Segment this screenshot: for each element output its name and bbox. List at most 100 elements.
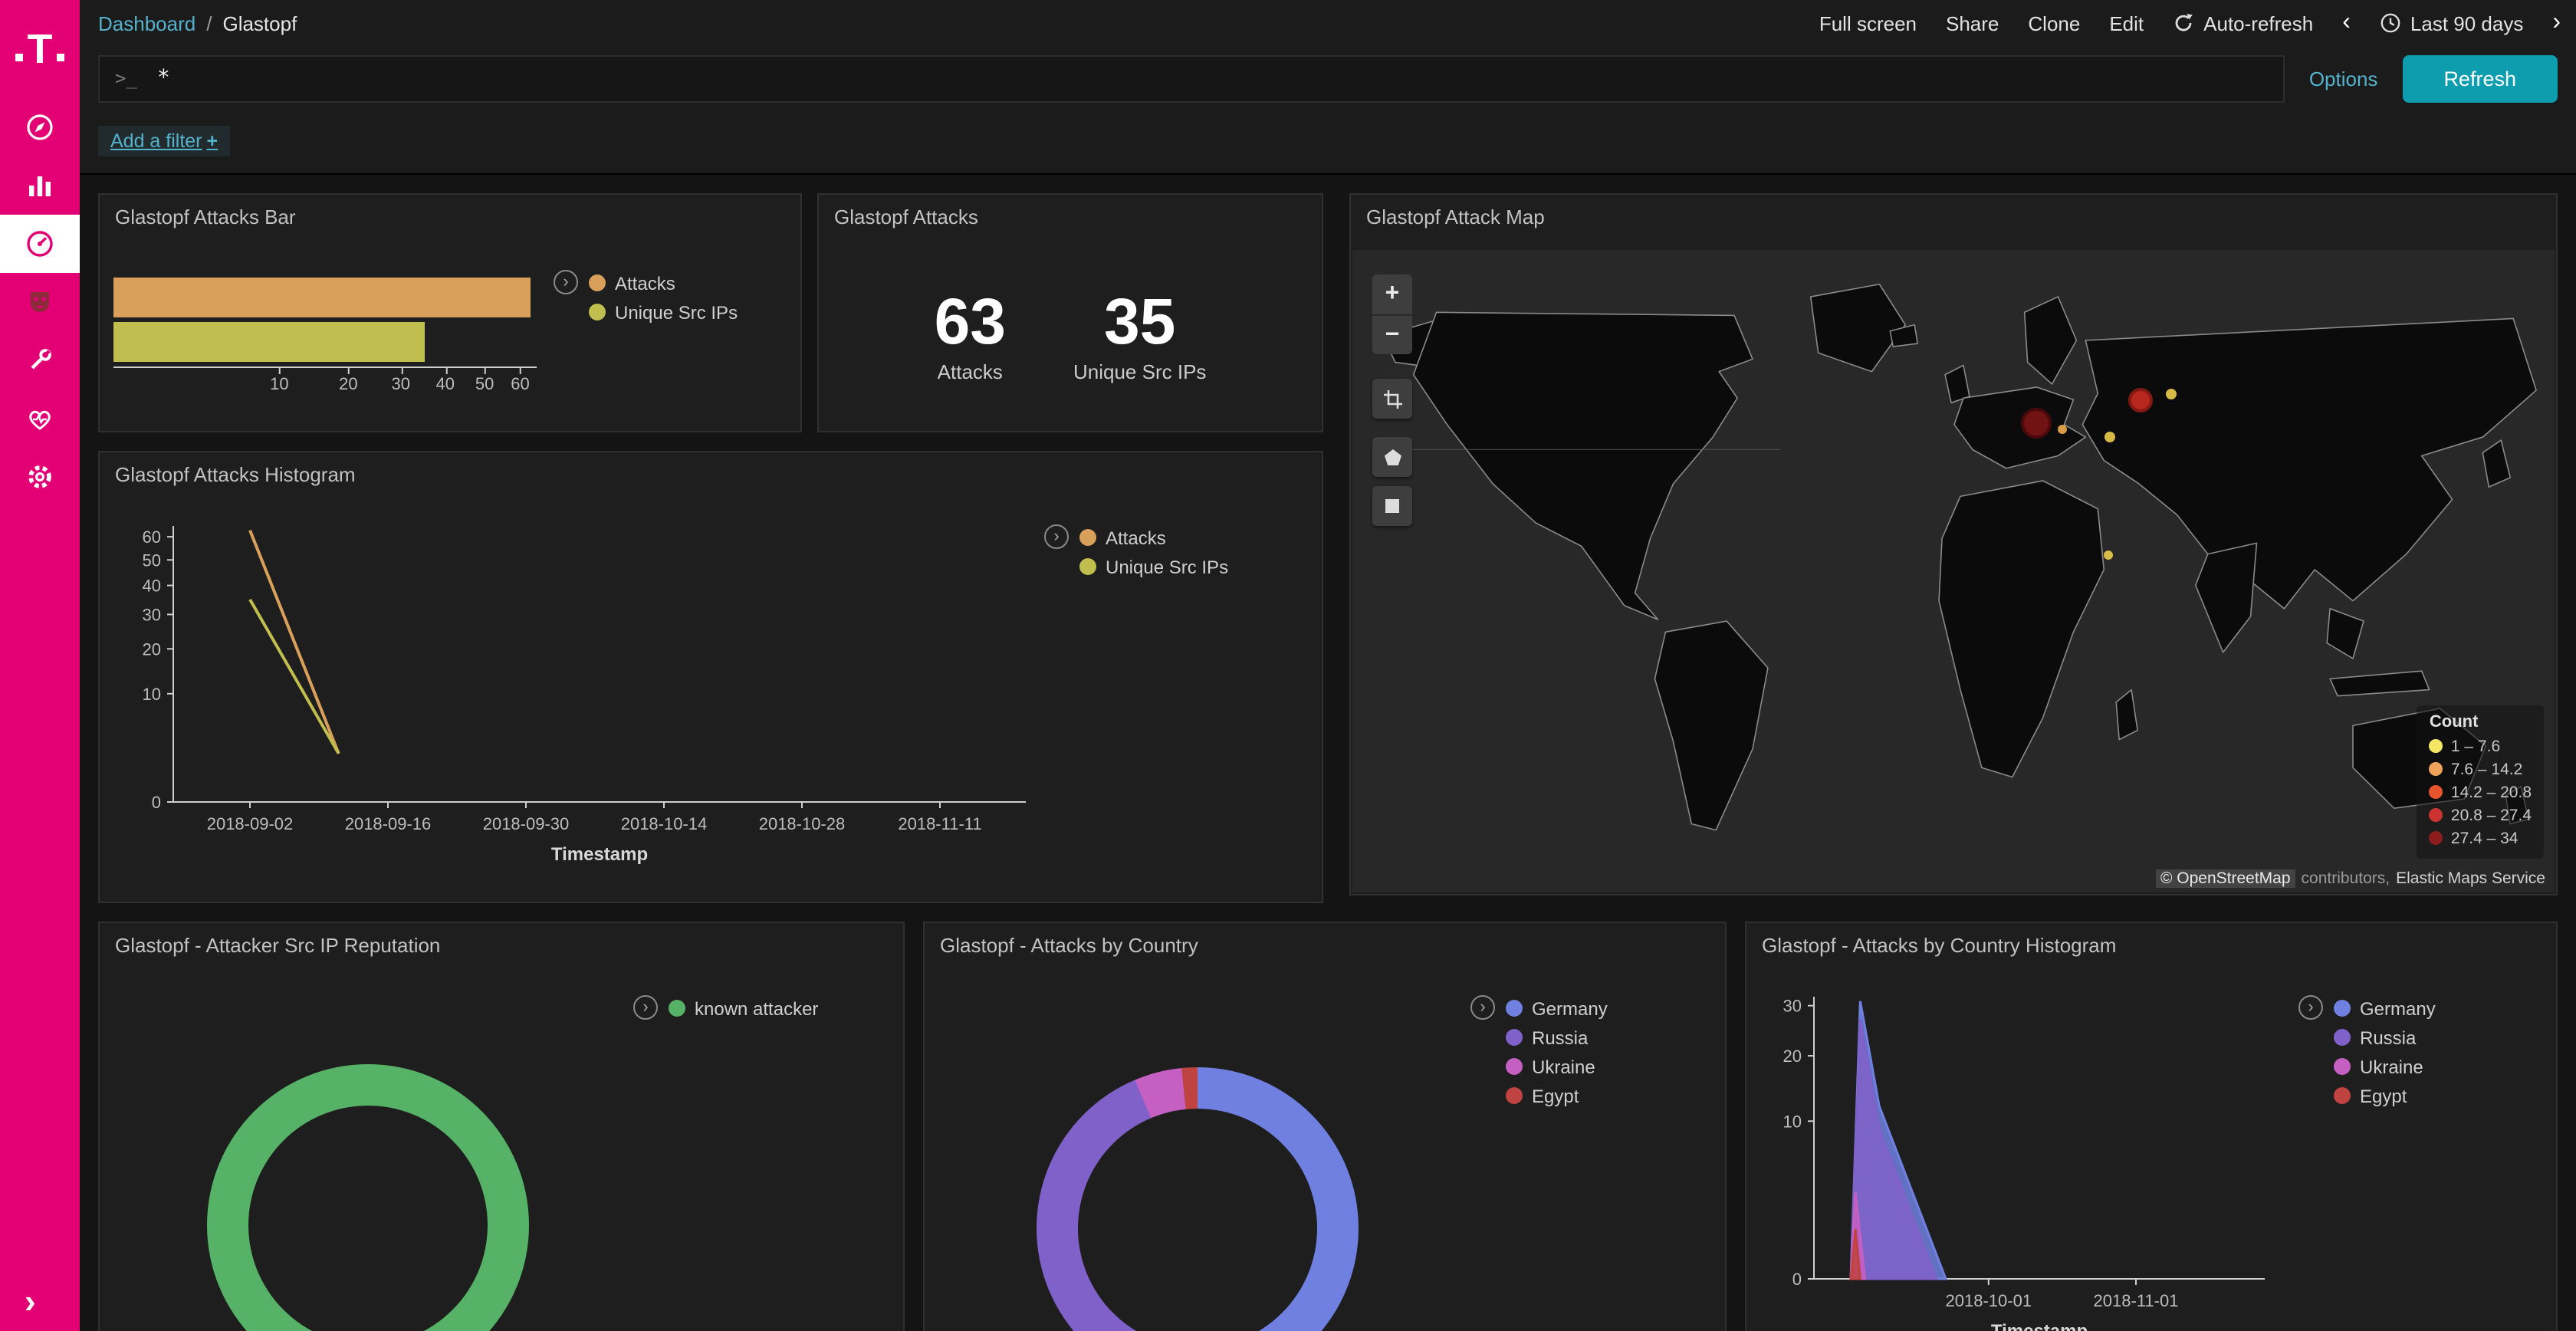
auto-refresh-button[interactable]: Auto-refresh (2173, 12, 2313, 35)
options-link[interactable]: Options (2309, 67, 2378, 90)
sidebar-item-visualize[interactable] (0, 156, 80, 215)
time-forward-button[interactable]: › (2552, 11, 2561, 35)
sidebar-item-discover[interactable] (0, 98, 80, 156)
x-tick-label: 60 (511, 376, 530, 394)
sidebar-item-t-pot[interactable] (0, 273, 80, 331)
legend-label: Ukraine (2360, 1056, 2423, 1077)
edit-button[interactable]: Edit (2109, 12, 2144, 35)
wrench-icon (25, 345, 55, 376)
panel-attack-map: Glastopf Attack Map (1349, 193, 2558, 896)
metric-value: 63 (935, 290, 1006, 354)
legend-item-ukraine[interactable]: Ukraine (2334, 1052, 2436, 1081)
filter-bar: Add a filter+ (80, 110, 2576, 172)
topbar: Dashboard/Glastopf Full screen Share Clo… (80, 0, 2576, 46)
chart-legend: › known attacker (633, 994, 818, 1023)
query-input[interactable]: >_ * (98, 54, 2285, 102)
svg-text:0: 0 (1792, 1270, 1802, 1289)
time-range-button[interactable]: Last 90 days (2380, 12, 2523, 35)
map-legend-range: 1 – 7.6 (2451, 737, 2500, 755)
bar-chart-icon (25, 170, 55, 201)
zoom-out-button[interactable]: − (1372, 314, 1412, 354)
chart-legend: › GermanyRussia Ukraine Egypt (1470, 994, 1608, 1110)
compass-icon (25, 112, 55, 143)
panel-src-ip-reputation: Glastopf - Attacker Src IP Reputation › … (98, 922, 905, 1331)
legend-item-egypt[interactable]: Egypt (1506, 1081, 1608, 1110)
mask-icon (25, 287, 55, 317)
panel-title: Glastopf Attack Map (1366, 205, 1545, 228)
legend-color-dot (2334, 1058, 2351, 1075)
svg-text:60: 60 (143, 527, 161, 547)
attack-marker[interactable] (2021, 408, 2052, 439)
attack-marker[interactable] (2057, 426, 2066, 435)
attack-map[interactable]: + − Count 1 – 7.67.6 – 14.214.2 – 20.820… (1352, 250, 2555, 892)
bar-x-axis: 102030405060 (113, 366, 537, 400)
kibana-dashboard: T › Dashboard/Glastopf Full screen Share… (0, 0, 2576, 1331)
clone-button[interactable]: Clone (2028, 12, 2080, 35)
legend-item-russia[interactable]: Russia (1506, 1023, 1608, 1052)
sidebar-item-dashboard[interactable] (0, 215, 80, 273)
sidebar-item-management[interactable] (0, 448, 80, 506)
legend-item-russia[interactable]: Russia (2334, 1023, 2436, 1052)
legend-items: GermanyRussia Ukraine Egypt (2334, 994, 2436, 1110)
polygon-select-button[interactable] (1372, 437, 1412, 477)
legend-item-germany[interactable]: Germany (2334, 994, 2436, 1023)
attack-marker[interactable] (2128, 389, 2152, 413)
svg-text:10: 10 (1783, 1112, 1802, 1131)
sidebar-item-dev-tools[interactable] (0, 331, 80, 389)
zoom-in-button[interactable]: + (1372, 274, 1412, 314)
country-donut-chart[interactable] (1037, 1067, 1359, 1331)
sidebar-item-monitoring[interactable] (0, 389, 80, 448)
fit-data-bounds-button[interactable] (1372, 379, 1412, 419)
ems-attribution-link[interactable]: Elastic Maps Service (2396, 869, 2545, 888)
map-attribution: © OpenStreetMap contributors, Elastic Ma… (2156, 869, 2545, 888)
add-filter-link[interactable]: Add a filter+ (98, 126, 230, 156)
sidebar-collapse-button[interactable]: › (0, 1282, 80, 1322)
time-back-button[interactable]: ‹ (2342, 11, 2351, 35)
reputation-donut-chart[interactable] (207, 1064, 529, 1331)
bar-rows (113, 278, 537, 362)
legend-toggle[interactable]: › (1044, 524, 1069, 549)
svg-text:2018-09-02: 2018-09-02 (207, 814, 294, 833)
legend-toggle[interactable]: › (1470, 995, 1495, 1020)
svg-text:2018-11-01: 2018-11-01 (2094, 1291, 2179, 1310)
legend-toggle[interactable]: › (554, 270, 578, 294)
bar-unique-src-ips[interactable] (113, 322, 424, 362)
chart-legend: › AttacksUnique Src IPs (554, 268, 738, 327)
panel-title: Glastopf - Attacker Src IP Reputation (115, 934, 440, 957)
map-legend-title: Count (2430, 713, 2532, 731)
legend-item-unique-src-ips[interactable]: Unique Src IPs (1079, 552, 1228, 581)
logo-dot (58, 53, 65, 61)
refresh-button[interactable]: Refresh (2402, 54, 2558, 102)
attacks-histogram-chart: 01020304050602018-09-022018-09-162018-09… (112, 508, 1047, 891)
bar-attacks[interactable] (113, 278, 530, 317)
legend-item-germany[interactable]: Germany (1506, 994, 1608, 1023)
legend-item-ukraine[interactable]: Ukraine (1506, 1052, 1608, 1081)
attack-marker[interactable] (2166, 389, 2177, 400)
attack-marker[interactable] (2104, 431, 2115, 442)
legend-item-unique-src-ips[interactable]: Unique Src IPs (589, 297, 738, 327)
breadcrumb-dashboard-link[interactable]: Dashboard (98, 12, 196, 35)
rectangle-select-button[interactable] (1372, 486, 1412, 526)
legend-color-dot (1079, 529, 1096, 546)
query-prompt-icon: >_ (115, 67, 137, 89)
x-tick-label: 20 (339, 376, 358, 394)
full-screen-button[interactable]: Full screen (1819, 12, 1917, 35)
attack-marker[interactable] (2104, 550, 2113, 560)
legend-color-dot (2334, 1087, 2351, 1104)
legend-item-attacks[interactable]: Attacks (589, 268, 738, 297)
svg-text:Timestamp: Timestamp (1991, 1321, 2088, 1331)
legend-item-attacks[interactable]: Attacks (1079, 523, 1228, 552)
legend-toggle[interactable]: › (2298, 995, 2323, 1020)
metric-unique-src-ips: 35 Unique Src IPs (1073, 290, 1206, 383)
map-legend-range: 20.8 – 27.4 (2451, 806, 2532, 824)
osm-attribution-link[interactable]: © OpenStreetMap (2156, 869, 2295, 888)
legend-item-known-attacker[interactable]: known attacker (669, 994, 818, 1023)
map-legend-range: 27.4 – 34 (2451, 829, 2518, 847)
gear-icon (25, 462, 55, 492)
telekom-logo[interactable]: T (0, 0, 80, 98)
legend-toggle[interactable]: › (633, 995, 658, 1020)
legend-label: Ukraine (1532, 1056, 1595, 1077)
legend-item-egypt[interactable]: Egypt (2334, 1081, 2436, 1110)
share-button[interactable]: Share (1946, 12, 1999, 35)
legend-color-dot (2334, 1029, 2351, 1046)
